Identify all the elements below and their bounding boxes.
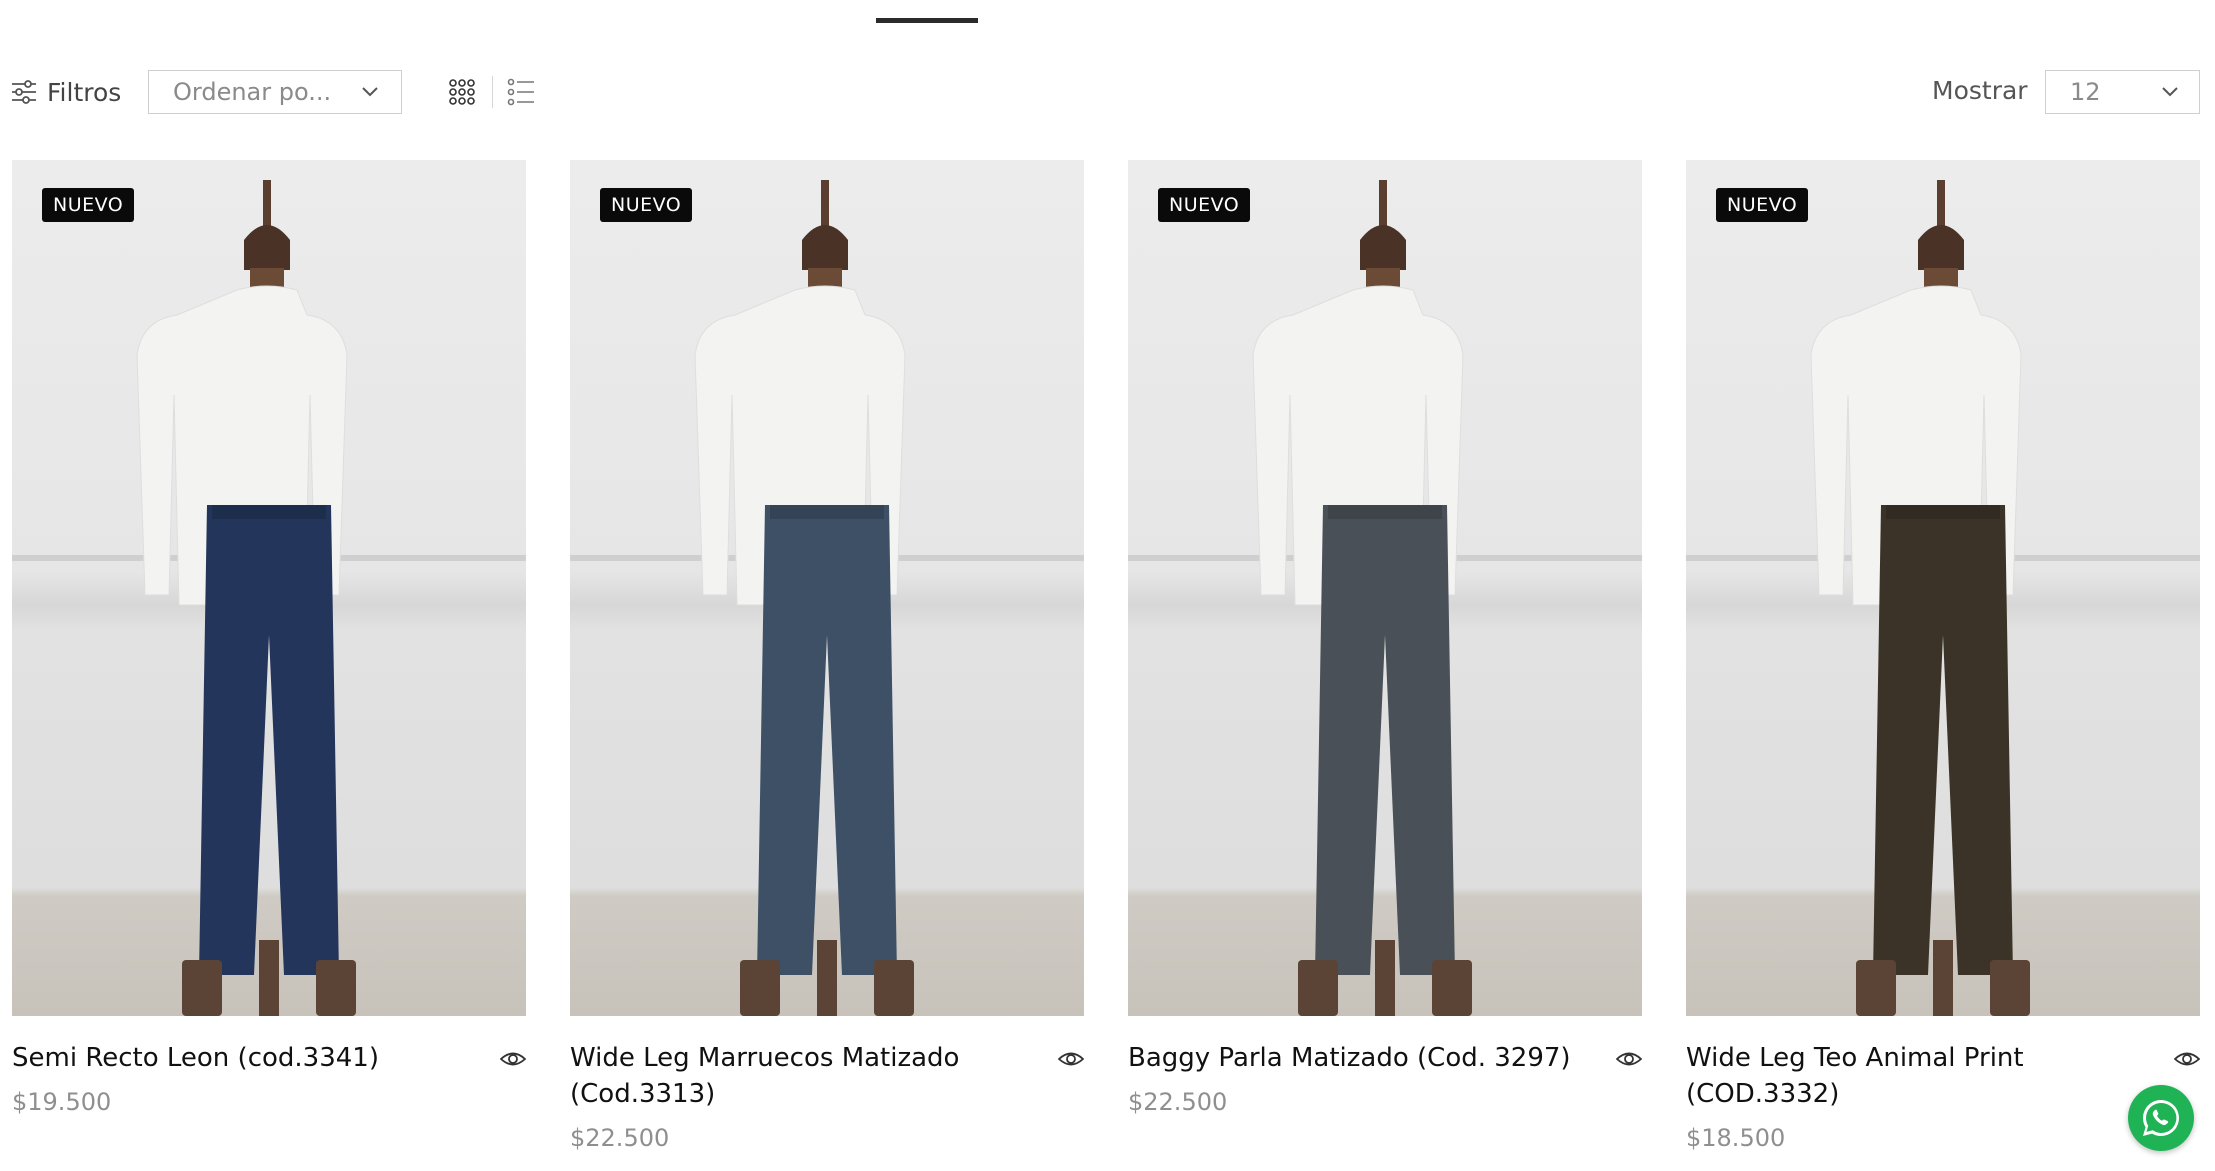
product-price: $22.500 [570, 1124, 670, 1152]
quick-view-eye-icon[interactable] [1616, 1048, 1642, 1070]
product-info: Semi Recto Leon (cod.3341) $19.500 [12, 1040, 526, 1116]
new-badge: NUEVO [42, 188, 135, 222]
product-image[interactable]: NUEVO [570, 160, 1084, 1016]
product-title[interactable]: Semi Recto Leon (cod.3341) [12, 1040, 472, 1076]
mannequin-illustration [12, 180, 526, 1016]
product-title[interactable]: Baggy Parla Matizado (Cod. 3297) [1128, 1040, 1588, 1076]
mannequin-illustration [1128, 180, 1642, 1016]
sort-select[interactable]: Ordenar po... [148, 70, 402, 114]
product-card[interactable]: NUEVO Baggy Parla Matizado (Cod. 3297) $… [1128, 160, 1642, 1116]
product-info: Baggy Parla Matizado (Cod. 3297) $22.500 [1128, 1040, 1642, 1116]
list-view-icon[interactable] [507, 78, 535, 106]
grid-view-icon[interactable] [448, 78, 476, 106]
product-card[interactable]: NUEVO Semi Recto Leon (cod.3341) $19.500 [12, 160, 526, 1116]
catalog-toolbar: Filtros Ordenar po... Mostrar 12 [0, 64, 2215, 120]
chevron-down-icon [362, 87, 378, 97]
show-count-label: Mostrar [1932, 76, 2028, 105]
product-title[interactable]: Wide Leg Marruecos Matizado (Cod.3313) [570, 1040, 1030, 1112]
sort-value: Ordenar po... [173, 78, 332, 106]
filters-label: Filtros [47, 77, 122, 107]
product-title[interactable]: Wide Leg Teo Animal Print (COD.3332) [1686, 1040, 2146, 1112]
sliders-icon [12, 80, 36, 104]
quick-view-eye-icon[interactable] [1058, 1048, 1084, 1070]
product-image[interactable]: NUEVO [1686, 160, 2200, 1016]
quick-view-eye-icon[interactable] [500, 1048, 526, 1070]
show-count-select[interactable]: 12 [2045, 70, 2200, 114]
product-info: Wide Leg Marruecos Matizado (Cod.3313) $… [570, 1040, 1084, 1152]
view-toggle-divider [492, 76, 493, 108]
product-price: $19.500 [12, 1088, 112, 1116]
product-image[interactable]: NUEVO [1128, 160, 1642, 1016]
product-card[interactable]: NUEVO Wide Leg Marruecos Matizado (Cod.3… [570, 160, 1084, 1152]
show-count-value: 12 [2070, 78, 2101, 106]
mannequin-illustration [1686, 180, 2200, 1016]
product-card[interactable]: NUEVO Wide Leg Teo Animal Print (COD.333… [1686, 160, 2200, 1152]
whatsapp-chat-button[interactable] [2128, 1085, 2194, 1151]
product-price: $18.500 [1686, 1124, 1786, 1152]
product-info: Wide Leg Teo Animal Print (COD.3332) $18… [1686, 1040, 2200, 1152]
filters-button[interactable]: Filtros [11, 74, 121, 110]
active-tab-indicator [876, 18, 978, 23]
chevron-down-icon [2162, 87, 2178, 97]
product-image[interactable]: NUEVO [12, 160, 526, 1016]
mannequin-illustration [570, 180, 1084, 1016]
new-badge: NUEVO [1158, 188, 1251, 222]
new-badge: NUEVO [600, 188, 693, 222]
product-price: $22.500 [1128, 1088, 1228, 1116]
whatsapp-icon [2142, 1100, 2179, 1136]
new-badge: NUEVO [1716, 188, 1809, 222]
quick-view-eye-icon[interactable] [2174, 1048, 2200, 1070]
